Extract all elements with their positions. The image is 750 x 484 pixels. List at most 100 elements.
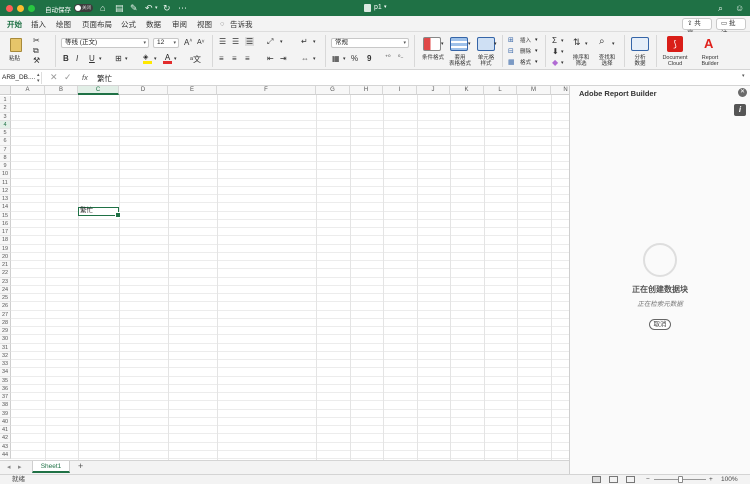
decrease-font-size-button[interactable]: A˅	[197, 39, 205, 46]
name-box-stepper-icon[interactable]: ▴ ▾	[37, 72, 40, 84]
row-header-3[interactable]: 3	[0, 112, 11, 121]
add-sheet-button[interactable]: +	[78, 461, 83, 471]
column-header-k[interactable]: K	[450, 86, 484, 95]
row-header-14[interactable]: 14	[0, 203, 11, 212]
row-header-41[interactable]: 41	[0, 426, 11, 435]
zoom-out-button[interactable]: −	[646, 475, 650, 484]
increase-indent-icon[interactable]: ⇥	[280, 54, 287, 63]
decrease-decimal-icon[interactable]: ⁰₋	[398, 54, 404, 61]
cut-icon[interactable]: ✂	[33, 36, 40, 45]
row-header-8[interactable]: 8	[0, 153, 11, 162]
chevron-down-icon[interactable]: ▾	[154, 56, 157, 62]
chevron-down-icon[interactable]: ▾	[174, 56, 177, 62]
home-icon[interactable]: ⌂	[100, 2, 105, 14]
row-header-1[interactable]: 1	[0, 96, 11, 105]
page-layout-view-icon[interactable]	[609, 476, 618, 483]
font-color-icon[interactable]: A	[163, 54, 172, 64]
chevron-down-icon[interactable]: ▾	[99, 56, 102, 62]
next-sheet-icon[interactable]: ▸	[18, 463, 22, 471]
selected-cell-c4[interactable]: 繁忙	[78, 207, 121, 218]
column-header-l[interactable]: L	[484, 86, 517, 95]
clear-icon[interactable]: ◆	[552, 58, 558, 67]
conditional-format-button[interactable]: ▾ 条件格式	[419, 35, 447, 67]
row-header-36[interactable]: 36	[0, 384, 11, 393]
column-header-c[interactable]: C	[78, 86, 119, 95]
row-header-26[interactable]: 26	[0, 302, 11, 311]
page-break-view-icon[interactable]	[626, 476, 635, 483]
row-header-40[interactable]: 40	[0, 417, 11, 426]
row-header-4[interactable]: 4	[0, 120, 11, 129]
column-header-f[interactable]: F	[217, 86, 316, 95]
chevron-down-icon[interactable]: ▾	[313, 39, 316, 45]
fill-color-icon[interactable]: ◈	[143, 54, 152, 64]
fill-icon[interactable]: ⬇	[552, 47, 559, 56]
close-window-button[interactable]	[6, 5, 13, 12]
share-button[interactable]: ⇪ 共享	[682, 18, 712, 37]
more-icon[interactable]: ⋯	[178, 2, 187, 14]
expand-formula-bar-icon[interactable]: ▾	[742, 73, 745, 79]
tab-insert[interactable]: 插入	[31, 19, 46, 30]
borders-icon[interactable]: ⊞	[115, 54, 122, 63]
font-name-select[interactable]: 等线 (正文) ▾	[61, 38, 149, 48]
row-header-22[interactable]: 22	[0, 269, 11, 278]
row-header-30[interactable]: 30	[0, 335, 11, 344]
zoom-slider[interactable]	[654, 476, 706, 483]
column-header-b[interactable]: B	[45, 86, 78, 95]
info-button[interactable]: i	[734, 104, 746, 116]
minimize-window-button[interactable]	[17, 5, 24, 12]
comma-style-button[interactable]: 9	[367, 54, 371, 63]
row-header-13[interactable]: 13	[0, 195, 11, 204]
formula-input[interactable]: 繁忙	[97, 73, 112, 84]
normal-view-icon[interactable]	[592, 476, 601, 483]
row-header-2[interactable]: 2	[0, 104, 11, 113]
row-header-23[interactable]: 23	[0, 277, 11, 286]
chevron-down-icon[interactable]: ▾	[561, 49, 564, 55]
close-pane-button[interactable]: ✕	[738, 88, 747, 97]
decrease-indent-icon[interactable]: ⇤	[267, 54, 274, 63]
delete-cells-button[interactable]: ⊟ 删除 ▾	[508, 47, 540, 56]
underline-button[interactable]: U	[89, 54, 95, 63]
row-header-5[interactable]: 5	[0, 129, 11, 138]
increase-decimal-icon[interactable]: ⁺⁰	[385, 54, 391, 61]
analyze-data-button[interactable]: 分析 数据	[629, 35, 651, 67]
chevron-down-icon[interactable]: ▾	[280, 39, 283, 45]
table-format-button[interactable]: ▾ 套用 表格格式	[447, 35, 473, 67]
row-header-34[interactable]: 34	[0, 368, 11, 377]
column-header-j[interactable]: J	[417, 86, 450, 95]
number-format-select[interactable]: 常规 ▾	[331, 38, 409, 48]
tab-formulas[interactable]: 公式	[121, 19, 136, 30]
select-all-corner[interactable]	[0, 86, 11, 95]
chevron-down-icon[interactable]: ▾	[561, 38, 564, 44]
column-header-h[interactable]: H	[350, 86, 383, 95]
sort-filter-button[interactable]: ⇅ ▾ 排序和 筛选	[570, 35, 592, 67]
undo-dropdown-icon[interactable]: ▾	[155, 2, 158, 14]
row-header-32[interactable]: 32	[0, 351, 11, 360]
zoom-level[interactable]: 100%	[721, 475, 738, 484]
row-header-24[interactable]: 24	[0, 285, 11, 294]
tab-data[interactable]: 数据	[146, 19, 161, 30]
orientation-icon[interactable]: ⤢	[267, 37, 273, 47]
row-header-9[interactable]: 9	[0, 162, 11, 171]
find-select-button[interactable]: ⌕ ▾ 查找和 选择	[595, 35, 619, 67]
bold-button[interactable]: B	[63, 54, 69, 63]
tab-draw[interactable]: 绘图	[56, 19, 71, 30]
row-header-31[interactable]: 31	[0, 343, 11, 352]
phonetic-guide-icon[interactable]: ᵃ文	[190, 54, 201, 65]
align-right-icon[interactable]: ≡	[245, 54, 250, 63]
tab-view[interactable]: 视图	[197, 19, 212, 30]
chevron-down-icon[interactable]: ▾	[561, 60, 564, 66]
accounting-format-icon[interactable]: ▦	[332, 54, 340, 63]
insert-function-icon[interactable]: fx	[82, 73, 88, 82]
increase-font-size-button[interactable]: A˄	[184, 38, 192, 47]
row-header-33[interactable]: 33	[0, 360, 11, 369]
tab-review[interactable]: 审阅	[172, 19, 187, 30]
save-icon[interactable]: ▤	[115, 2, 124, 14]
column-header-i[interactable]: I	[383, 86, 417, 95]
cancel-entry-icon[interactable]: ✕	[50, 72, 58, 83]
comments-button[interactable]: ▭ 批注	[716, 18, 746, 37]
row-header-15[interactable]: 15	[0, 211, 11, 220]
cell-styles-button[interactable]: ▾ 单元格 样式	[474, 35, 498, 67]
column-header-m[interactable]: M	[517, 86, 551, 95]
row-header-38[interactable]: 38	[0, 401, 11, 410]
row-header-18[interactable]: 18	[0, 236, 11, 245]
